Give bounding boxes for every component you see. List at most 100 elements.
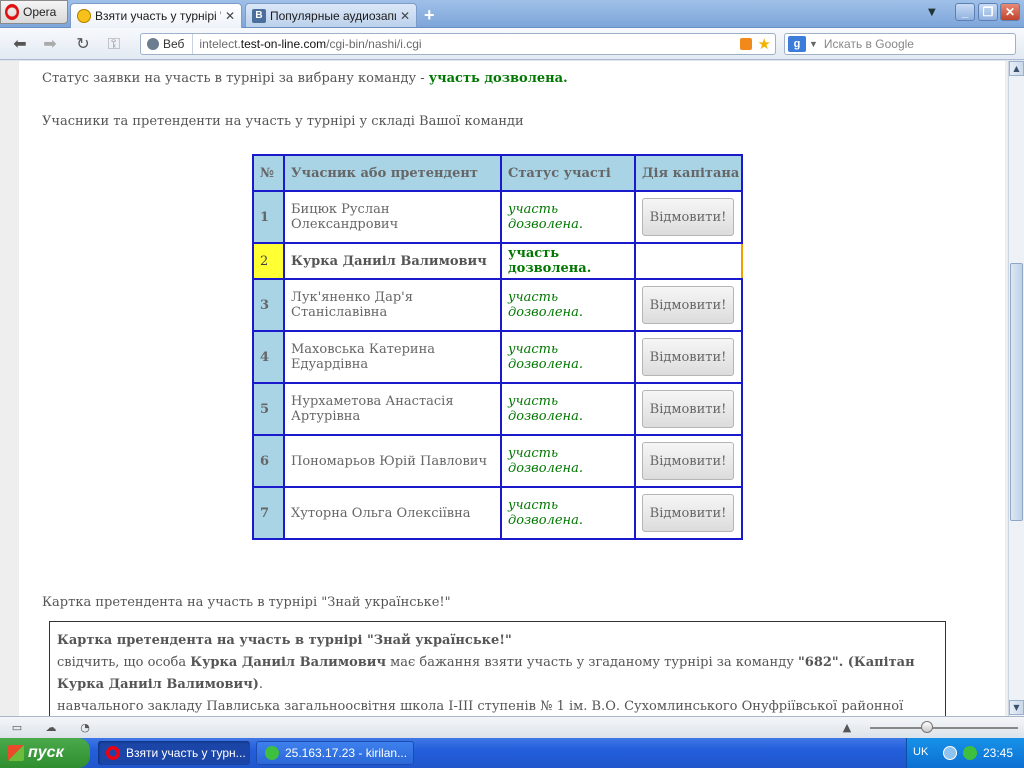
member-name: Нурхаметова Анастасія Артурівна (283, 382, 502, 436)
close-window-button[interactable]: ✕ (1000, 3, 1020, 21)
search-engine-chevron-icon[interactable]: ▼ (809, 39, 818, 49)
taskbar-item-remote[interactable]: 25.163.17.23 - kirilan... (256, 741, 414, 765)
zoom-slider-track[interactable] (870, 727, 1018, 729)
address-bar[interactable]: Веб intelect.test-on-line.com/cgi-bin/na… (140, 33, 776, 55)
restore-button[interactable]: ❐ (978, 3, 998, 21)
opera-menu-button[interactable]: Opera (0, 0, 68, 24)
member-status: участь дозволена. (500, 190, 636, 244)
start-button[interactable]: пуск (0, 738, 90, 768)
table-row: 1 Бицюк Руслан Олександрович участь дозв… (252, 190, 743, 244)
scroll-down-icon[interactable]: ▼ (1009, 700, 1024, 715)
row-number: 7 (252, 486, 285, 540)
globe-icon (147, 38, 159, 50)
web-mode-badge[interactable]: Веб (141, 34, 194, 54)
tab-close-icon[interactable]: ✕ (225, 9, 235, 23)
card-body: свідчить, що особа Курка Даниіл Валимови… (57, 655, 915, 692)
table-header-row: № Учасник або претендент Статус участі Д… (252, 154, 743, 192)
page-content: Статус заявки на участь в турнірі за виб… (19, 61, 1005, 716)
table-row: 5 Нурхаметова Анастасія Артурівна участь… (252, 382, 743, 436)
google-icon[interactable]: g (788, 36, 806, 52)
windows-flag-icon (8, 745, 24, 761)
windows-taskbar: пуск Взяти участь у турн... 25.163.17.23… (0, 738, 1024, 768)
panel-toggle-icon[interactable]: ▭ (10, 721, 24, 734)
member-status: участь дозволена. (500, 330, 636, 384)
clock: 23:45 (983, 746, 1014, 760)
reject-button[interactable]: Відмовити! (642, 390, 734, 428)
tab-active[interactable]: Взяти участь у турнірі "... ✕ (70, 3, 242, 28)
member-name: Маховська Катерина Едуардівна (283, 330, 502, 384)
action-cell: Відмовити! (634, 434, 743, 488)
status-line-prefix: Статус заявки на участь в турнірі за виб… (42, 71, 429, 86)
search-box[interactable]: g ▼ Искать в Google (784, 33, 1016, 55)
member-status: участь дозволена. (500, 242, 636, 280)
members-table: № Учасник або претендент Статус участі Д… (252, 154, 743, 540)
member-status: участь дозволена. (500, 382, 636, 436)
network-app-icon (265, 746, 279, 760)
rss-icon[interactable] (739, 38, 752, 50)
reject-button[interactable]: Відмовити! (642, 198, 734, 236)
table-row: 4 Маховська Катерина Едуардівна участь д… (252, 330, 743, 384)
reject-button[interactable]: Відмовити! (642, 442, 734, 480)
row-number: 3 (252, 278, 285, 332)
row-number: 4 (252, 330, 285, 384)
row-number: 6 (252, 434, 285, 488)
member-status: участь дозволена. (500, 434, 636, 488)
action-cell: Відмовити! (634, 330, 743, 384)
speed-gauge-icon[interactable]: ◔ (78, 721, 92, 734)
opera-menu-label: Opera (23, 5, 57, 19)
turbo-cloud-icon[interactable]: ☁ (44, 721, 58, 734)
url-text[interactable]: intelect.test-on-line.com/cgi-bin/nashi/… (193, 37, 739, 51)
task-label: 25.163.17.23 - kirilan... (285, 746, 408, 760)
taskbar-item-opera[interactable]: Взяти участь у турн... (98, 741, 250, 765)
status-line-value: участь дозволена. (428, 71, 568, 86)
card-heading: Картка претендента на участь в турнірі "… (42, 595, 451, 610)
language-indicator[interactable]: UK (913, 746, 928, 758)
navigation-bar: ⬅ ➡ ↻ ⚿ Веб intelect.test-on-line.com/cg… (0, 28, 1024, 60)
bookmark-star-icon[interactable]: ★ (758, 35, 771, 53)
action-cell-empty (634, 242, 743, 280)
minimize-button[interactable]: _ (955, 3, 975, 21)
tab-list-chevron-icon[interactable]: ▼ (928, 7, 936, 18)
member-name: Курка Даниіл Валимович (283, 242, 502, 280)
header-captain-action: Дія капітана (634, 154, 743, 192)
member-name: Бицюк Руслан Олександрович (283, 190, 502, 244)
reject-button[interactable]: Відмовити! (642, 338, 734, 376)
back-arrow-icon[interactable]: ⬅ (10, 34, 30, 54)
header-participant: Учасник або претендент (283, 154, 502, 192)
zoom-up-icon[interactable]: ▲ (840, 721, 854, 734)
opera-logo-icon (5, 4, 19, 20)
search-placeholder: Искать в Google (823, 37, 914, 51)
web-mode-label: Веб (163, 37, 185, 51)
member-status: участь дозволена. (500, 486, 636, 540)
opera-app-icon (106, 746, 120, 760)
tab-title: Популярные аудиозаписи (270, 8, 396, 23)
reject-button[interactable]: Відмовити! (642, 286, 734, 324)
key-icon[interactable]: ⚿ (104, 34, 124, 54)
scroll-up-icon[interactable]: ▲ (1009, 61, 1024, 76)
reload-icon[interactable]: ↻ (73, 34, 93, 54)
table-row: 7 Хуторна Ольга Олексіївна участь дозвол… (252, 486, 743, 540)
vertical-scrollbar[interactable]: ▲ ▼ (1008, 61, 1024, 716)
tray-back-icon[interactable] (943, 746, 957, 760)
table-row-current-user: 2 Курка Даниіл Валимович участь дозволен… (252, 242, 743, 280)
header-status: Статус участі (500, 154, 636, 192)
action-cell: Відмовити! (634, 382, 743, 436)
system-tray: UK 23:45 (906, 738, 1024, 768)
application-status-line: Статус заявки на участь в турнірі за виб… (42, 71, 568, 86)
tab-title: Взяти участь у турнірі "... (95, 9, 221, 23)
header-number: № (252, 154, 285, 192)
action-cell: Відмовити! (634, 278, 743, 332)
tray-network-icon[interactable] (963, 746, 977, 760)
tab-audio[interactable]: В Популярные аудиозаписи ✕ (245, 3, 417, 27)
reject-button[interactable]: Відмовити! (642, 494, 734, 532)
forward-arrow-icon[interactable]: ➡ (40, 34, 60, 54)
scroll-thumb[interactable] (1010, 263, 1023, 521)
page-viewport: Статус заявки на участь в турнірі за виб… (0, 61, 1008, 716)
member-name: Пономарьов Юрій Павлович (283, 434, 502, 488)
tab-close-icon[interactable]: ✕ (400, 9, 410, 23)
row-number: 5 (252, 382, 285, 436)
start-label: пуск (28, 744, 64, 761)
zoom-slider-thumb[interactable] (921, 721, 933, 733)
new-tab-button[interactable]: + (424, 5, 435, 26)
member-name: Лук'яненко Дар'я Станіславівна (283, 278, 502, 332)
